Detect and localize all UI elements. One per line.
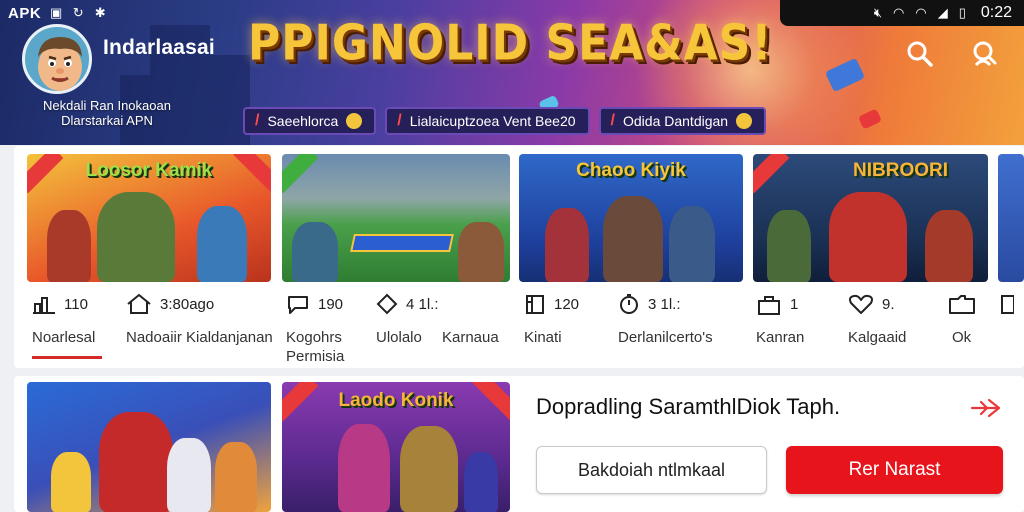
stat-label: Kogohrs Permisia: [286, 329, 345, 365]
stat-label: Ulolalo: [376, 329, 422, 346]
profile-search-icon: [973, 41, 997, 67]
stat-label: Ok: [952, 329, 972, 346]
sync-icon: ↻: [72, 5, 84, 20]
chip-label: Lialaicuptzoea Vent Bee20: [409, 113, 576, 129]
app-subtitle-line2: Dlarstarkai APN: [61, 113, 153, 128]
header-banner: APK ▣ ↻ ✱ 🔇︎ ◠ ◠ ◢ ▯ 0:22 Indarlaasai Ne…: [0, 0, 1024, 145]
game-card[interactable]: NIBROORI: [753, 154, 988, 282]
active-tab-indicator: [32, 356, 102, 359]
status-bar-right: 🔇︎ ◠ ◠ ◢ ▯ 0:22: [780, 0, 1024, 26]
primary-button[interactable]: Rer Narast: [786, 446, 1003, 494]
stat-label: Derlanilcerto's: [618, 329, 713, 346]
game-logo: Chaoo Kiyik: [576, 160, 686, 181]
slash-icon: /: [255, 112, 260, 129]
bug-icon: ✱: [94, 5, 106, 20]
chip-2[interactable]: / Odida Dantdigan: [598, 107, 767, 135]
stat-item[interactable]: 1 Kanran: [756, 294, 804, 347]
chip-label: Odida Dantdigan: [623, 113, 729, 129]
game-logo: Laodo Konik: [338, 390, 454, 411]
chip-label: Saeehlorca: [267, 113, 339, 129]
category-chips: / Saeehlorca / Lialaicuptzoea Vent Bee20 /…: [243, 107, 767, 135]
notification-box-icon: ▣: [50, 5, 63, 20]
stat-count: 110: [64, 295, 88, 313]
wifi-off-icon: ◠: [915, 5, 927, 20]
stat-item[interactable]: Ok: [948, 294, 984, 346]
home-icon: [127, 293, 151, 314]
heart-icon: [849, 294, 873, 314]
slash-icon: /: [397, 112, 402, 129]
app-root: APK ▣ ↻ ✱ 🔇︎ ◠ ◠ ◢ ▯ 0:22 Indarlaasai Ne…: [0, 0, 1024, 512]
bar-chart-icon: [33, 297, 55, 314]
stat-count: 9.: [882, 295, 895, 313]
stat-label: Kanran: [756, 329, 805, 346]
stat-item[interactable]: 120 Kinati: [524, 294, 580, 346]
signal-icon: ◢: [937, 5, 948, 20]
stat-label: Noarlesal: [32, 329, 96, 346]
game-card[interactable]: Laodo Konik: [282, 382, 510, 512]
page-icon: [1001, 295, 1014, 314]
stat-count: 3:80ago: [160, 295, 215, 313]
game-card[interactable]: Chaoo Kiyik: [519, 154, 743, 282]
games-panel: Loosor Kamik Chaoo Kiyik NIBROORI 110 No…: [14, 146, 1024, 368]
comment-icon: [288, 296, 308, 314]
status-time: 0:22: [980, 4, 1012, 21]
status-bar-left: APK ▣ ↻ ✱: [8, 2, 107, 24]
arrow-right-icon: [970, 398, 1001, 418]
stat-label: Kinati: [524, 329, 562, 346]
stat-count: 1: [790, 295, 799, 313]
app-subtitle: Nekdali Ran Inokaoan Dlarstarkai APN: [22, 98, 192, 128]
timer-icon: [620, 294, 638, 314]
game-card[interactable]: [282, 154, 510, 282]
forward-arrow-button[interactable]: [969, 396, 1003, 420]
stat-count: 120: [554, 295, 580, 313]
app-title: Indarlaasai: [103, 36, 215, 59]
featured-panel: Laodo Konik Dopradling SaramthlDiok Taph…: [14, 376, 1024, 512]
stat-label: Nadoaiir Kialdanjanan: [126, 329, 273, 346]
chip-1[interactable]: / Lialaicuptzoea Vent Bee20: [385, 107, 590, 135]
promo-banner-title: PPIGNOLID SEA&AS!: [248, 14, 773, 73]
stat-count: 3 1l.:: [648, 295, 681, 313]
stat-count: 190: [318, 295, 344, 313]
hot-ribbon: [753, 154, 790, 194]
game-logo: Loosor Kamik: [85, 160, 213, 181]
stat-item[interactable]: 9. Kalgaaid: [848, 294, 906, 346]
stat-item[interactable]: 190 Kogohrs Permisia: [286, 294, 344, 366]
section-title: Dopradling SaramthlDiok Taph.: [536, 394, 841, 419]
stat-item[interactable]: 4 1l.: Ulolalo: [376, 293, 439, 346]
profile-button[interactable]: [966, 36, 1002, 72]
coin-icon: [736, 113, 753, 129]
window-icon: [526, 295, 544, 314]
coin-icon: [346, 113, 363, 129]
stat-item[interactable]: 3 1l.: Derlanilcerto's: [618, 294, 713, 346]
hot-ribbon: [282, 154, 319, 194]
status-apk-label: APK: [8, 4, 42, 22]
chip-0[interactable]: / Saeehlorca: [243, 107, 377, 135]
game-card[interactable]: [27, 382, 271, 512]
stat-count: 4 1l.:: [406, 295, 439, 313]
folder-icon: [949, 295, 975, 314]
stat-item[interactable]: 3:80ago Nadoaiir Kialdanjanan: [126, 293, 273, 346]
diamond-icon: [376, 293, 398, 315]
stat-label: Kalgaaid: [848, 329, 907, 346]
avatar[interactable]: [22, 24, 92, 94]
secondary-button[interactable]: Bakdoiah ntlmkaal: [536, 446, 767, 494]
mute-icon: 🔇︎: [873, 5, 883, 20]
stat-item-partial[interactable]: [1000, 294, 1014, 334]
game-logo: NIBROORI: [853, 160, 948, 181]
slash-icon: /: [610, 112, 615, 129]
game-card[interactable]: Loosor Kamik: [27, 154, 271, 282]
search-icon: [907, 41, 933, 67]
battery-icon: ▯: [958, 5, 966, 20]
stat-item[interactable]: 110 Noarlesal: [32, 294, 95, 347]
game-card-partial[interactable]: [998, 154, 1024, 282]
search-button[interactable]: [902, 36, 938, 72]
stat-label: Karnaua: [442, 329, 499, 346]
app-subtitle-line1: Nekdali Ran Inokaoan: [43, 98, 171, 113]
wifi-icon: ◠: [893, 5, 905, 20]
bag-icon: [758, 296, 780, 315]
